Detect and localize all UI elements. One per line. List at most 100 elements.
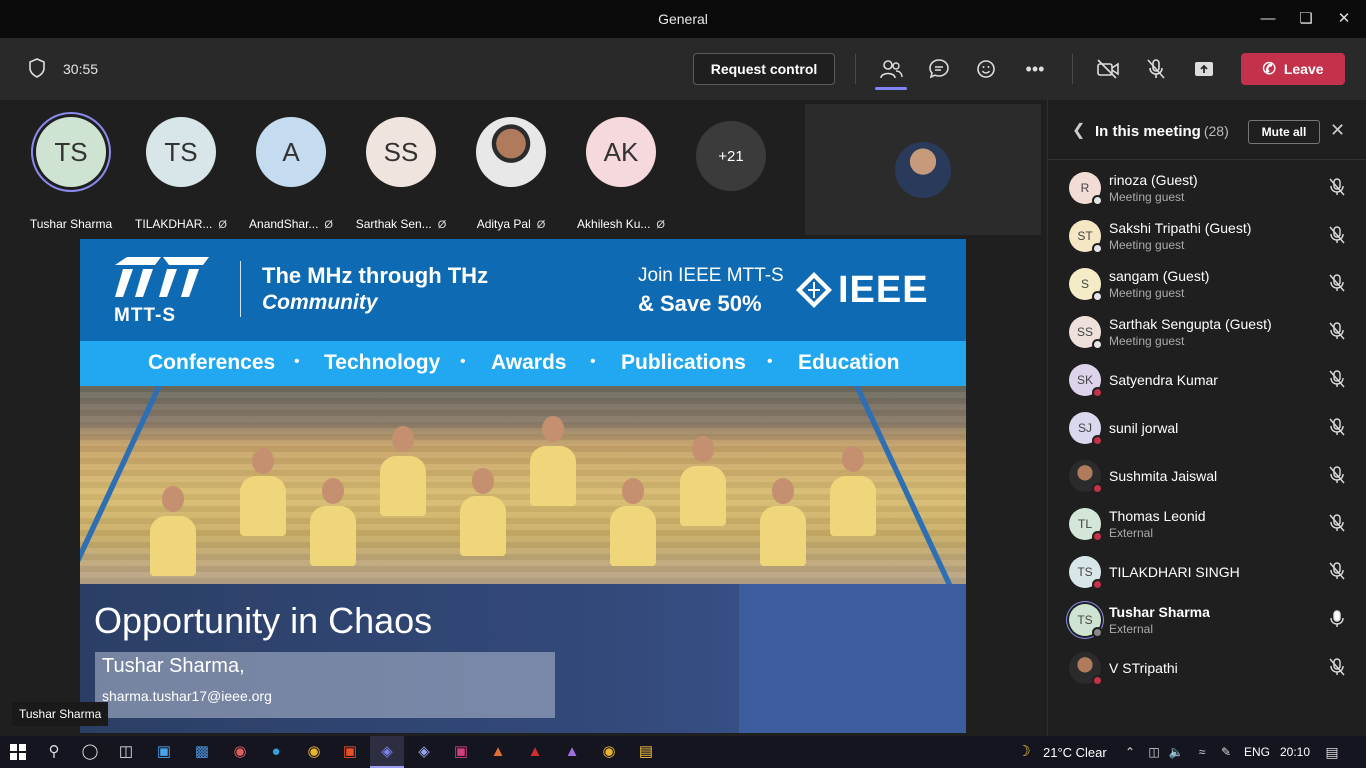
meeting-toolbar: 30:55 Request control ••• ✆ Leave bbox=[0, 38, 1366, 100]
participant-tile[interactable]: Aditya Pal Ø bbox=[456, 117, 566, 231]
camera-off-icon[interactable] bbox=[1095, 56, 1121, 82]
presence-status-icon bbox=[1092, 387, 1103, 398]
windows-start-icon[interactable] bbox=[10, 744, 26, 760]
mic-off-icon[interactable] bbox=[1328, 514, 1346, 532]
slide-title-area: Opportunity in Chaos Tushar Sharma, shar… bbox=[80, 584, 966, 733]
participant-name-text: AnandShar... bbox=[249, 217, 319, 231]
photo-person bbox=[610, 506, 656, 566]
participant-tile[interactable]: SS Sarthak Sen... Ø bbox=[346, 117, 456, 231]
presence-status-icon bbox=[1092, 483, 1103, 494]
participant-name: Tushar Sharma bbox=[1109, 604, 1210, 620]
task-view-icon[interactable]: ◫ bbox=[116, 742, 136, 762]
matlab-icon[interactable]: ▲ bbox=[488, 742, 508, 762]
mic-off-icon[interactable] bbox=[1328, 226, 1346, 244]
participant-row[interactable]: SJ sunil jorwal bbox=[1048, 404, 1366, 452]
group-photo bbox=[80, 386, 966, 584]
photo-person bbox=[622, 478, 644, 504]
edge-icon[interactable]: ● bbox=[266, 742, 286, 762]
participant-row[interactable]: SK Satyendra Kumar bbox=[1048, 356, 1366, 404]
weather-text[interactable]: 21°C Clear bbox=[1043, 745, 1107, 760]
minimize-icon[interactable]: — bbox=[1253, 8, 1283, 30]
ieee-diamond-icon bbox=[796, 272, 832, 308]
folder-icon[interactable]: ▤ bbox=[636, 742, 656, 762]
search-icon[interactable]: ⚲ bbox=[44, 742, 64, 762]
mic-off-icon[interactable] bbox=[1328, 370, 1346, 388]
chevron-up-icon[interactable]: ⌃ bbox=[1120, 742, 1140, 762]
cortana-icon[interactable]: ◯ bbox=[80, 742, 100, 762]
teams-icon[interactable]: ◈ bbox=[377, 742, 397, 762]
mic-off-icon[interactable] bbox=[1328, 274, 1346, 292]
panel-header: ❮ In this meeting (28) Mute all ✕ bbox=[1048, 100, 1366, 160]
app-icon[interactable]: ▲ bbox=[562, 742, 582, 762]
close-icon[interactable]: ✕ bbox=[1330, 120, 1345, 141]
mic-off-icon[interactable] bbox=[1328, 322, 1346, 340]
participant-row[interactable]: TS Tushar Sharma External bbox=[1048, 596, 1366, 644]
participant-row[interactable]: V STripathi bbox=[1048, 644, 1366, 692]
request-control-button[interactable]: Request control bbox=[693, 53, 835, 85]
self-video-tile[interactable] bbox=[805, 104, 1041, 235]
participant-row[interactable]: TL Thomas Leonid External bbox=[1048, 500, 1366, 548]
slide-title: Opportunity in Chaos bbox=[94, 600, 433, 641]
close-window-icon[interactable]: ✕ bbox=[1329, 8, 1359, 30]
media-icon[interactable]: ◉ bbox=[230, 742, 250, 762]
participant-role: Meeting guest bbox=[1109, 334, 1185, 348]
mic-on-icon[interactable] bbox=[1328, 610, 1346, 628]
participant-tile[interactable]: TS TILAKDHAR... Ø bbox=[126, 117, 236, 231]
mic-off-icon[interactable] bbox=[1328, 418, 1346, 436]
slide-accent-block bbox=[739, 584, 966, 733]
mute-all-button[interactable]: Mute all bbox=[1248, 120, 1320, 144]
reactions-icon[interactable] bbox=[974, 56, 1000, 82]
chrome-icon[interactable]: ◉ bbox=[304, 742, 324, 762]
app-icon[interactable]: ◈ bbox=[414, 742, 434, 762]
chevron-left-icon[interactable]: ❮ bbox=[1072, 120, 1085, 140]
mtts-logo-icon bbox=[115, 257, 209, 297]
mic-off-icon[interactable] bbox=[1328, 562, 1346, 580]
mic-off-icon[interactable] bbox=[1328, 178, 1346, 196]
leave-button[interactable]: ✆ Leave bbox=[1241, 53, 1345, 85]
app-icon[interactable]: ▲ bbox=[525, 742, 545, 762]
app-icon[interactable]: ▣ bbox=[451, 742, 471, 762]
meeting-timer: 30:55 bbox=[63, 61, 99, 77]
participant-strip: TS Tushar Sharma TS TILAKDHAR... Ø A Anan… bbox=[0, 100, 804, 235]
mic-off-icon[interactable] bbox=[1328, 466, 1346, 484]
meet-now-icon[interactable]: ◫ bbox=[1144, 742, 1164, 762]
participant-row[interactable]: Sushmita Jaiswal bbox=[1048, 452, 1366, 500]
participant-tile[interactable]: A AnandShar... Ø bbox=[236, 117, 346, 231]
participant-row[interactable]: SS Sarthak Sengupta (Guest) Meeting guest bbox=[1048, 308, 1366, 356]
participant-row[interactable]: Rrinoza (Guest) Meeting guest bbox=[1048, 164, 1366, 212]
more-icon[interactable]: ••• bbox=[1022, 56, 1048, 82]
participant-row[interactable]: Ssangam (Guest) Meeting guest bbox=[1048, 260, 1366, 308]
participant-name: Thomas Leonid bbox=[1109, 508, 1206, 524]
volume-icon[interactable]: 🔈 bbox=[1166, 742, 1186, 762]
participant-name: Sarthak Sen... Ø bbox=[346, 217, 456, 231]
notifications-icon[interactable]: ▤ bbox=[1322, 742, 1342, 762]
mic-off-icon[interactable] bbox=[1143, 56, 1169, 82]
photo-person bbox=[322, 478, 344, 504]
people-icon[interactable] bbox=[878, 56, 904, 82]
language-indicator[interactable]: ENG bbox=[1244, 745, 1270, 759]
app-icon[interactable]: ▩ bbox=[192, 742, 212, 762]
chat-icon[interactable] bbox=[926, 56, 952, 82]
participant-name-text: Akhilesh Ku... bbox=[577, 217, 651, 231]
chrome-icon[interactable]: ◉ bbox=[599, 742, 619, 762]
panel-title: In this meeting (28) bbox=[1095, 123, 1229, 140]
clock[interactable]: 20:10 bbox=[1280, 745, 1310, 759]
mic-off-icon[interactable] bbox=[1328, 658, 1346, 676]
active-tab-indicator bbox=[875, 87, 907, 90]
more-participants-button[interactable]: +21 bbox=[696, 121, 766, 191]
restore-icon[interactable]: ❏ bbox=[1291, 8, 1321, 30]
office-icon[interactable]: ▣ bbox=[340, 742, 360, 762]
pc-icon[interactable]: ▣ bbox=[154, 742, 174, 762]
participant-name-text: Sarthak Sen... bbox=[355, 217, 432, 231]
author-box: Tushar Sharma, sharma.tushar17@ieee.org bbox=[95, 652, 555, 718]
wifi-icon[interactable]: ≈ bbox=[1192, 742, 1212, 762]
participant-tile[interactable]: TS Tushar Sharma bbox=[16, 117, 126, 231]
tagline-line1: The MHz through THz bbox=[262, 263, 489, 288]
participant-tile[interactable]: AK Akhilesh Ku... Ø bbox=[566, 117, 676, 231]
avatar-initials: ST bbox=[1077, 229, 1093, 243]
participant-row[interactable]: TS TILAKDHARI SINGH bbox=[1048, 548, 1366, 596]
pen-icon[interactable]: ✎ bbox=[1216, 742, 1236, 762]
presence-status-icon bbox=[1092, 291, 1103, 302]
share-icon[interactable] bbox=[1191, 56, 1217, 82]
participant-row[interactable]: ST Sakshi Tripathi (Guest) Meeting guest bbox=[1048, 212, 1366, 260]
